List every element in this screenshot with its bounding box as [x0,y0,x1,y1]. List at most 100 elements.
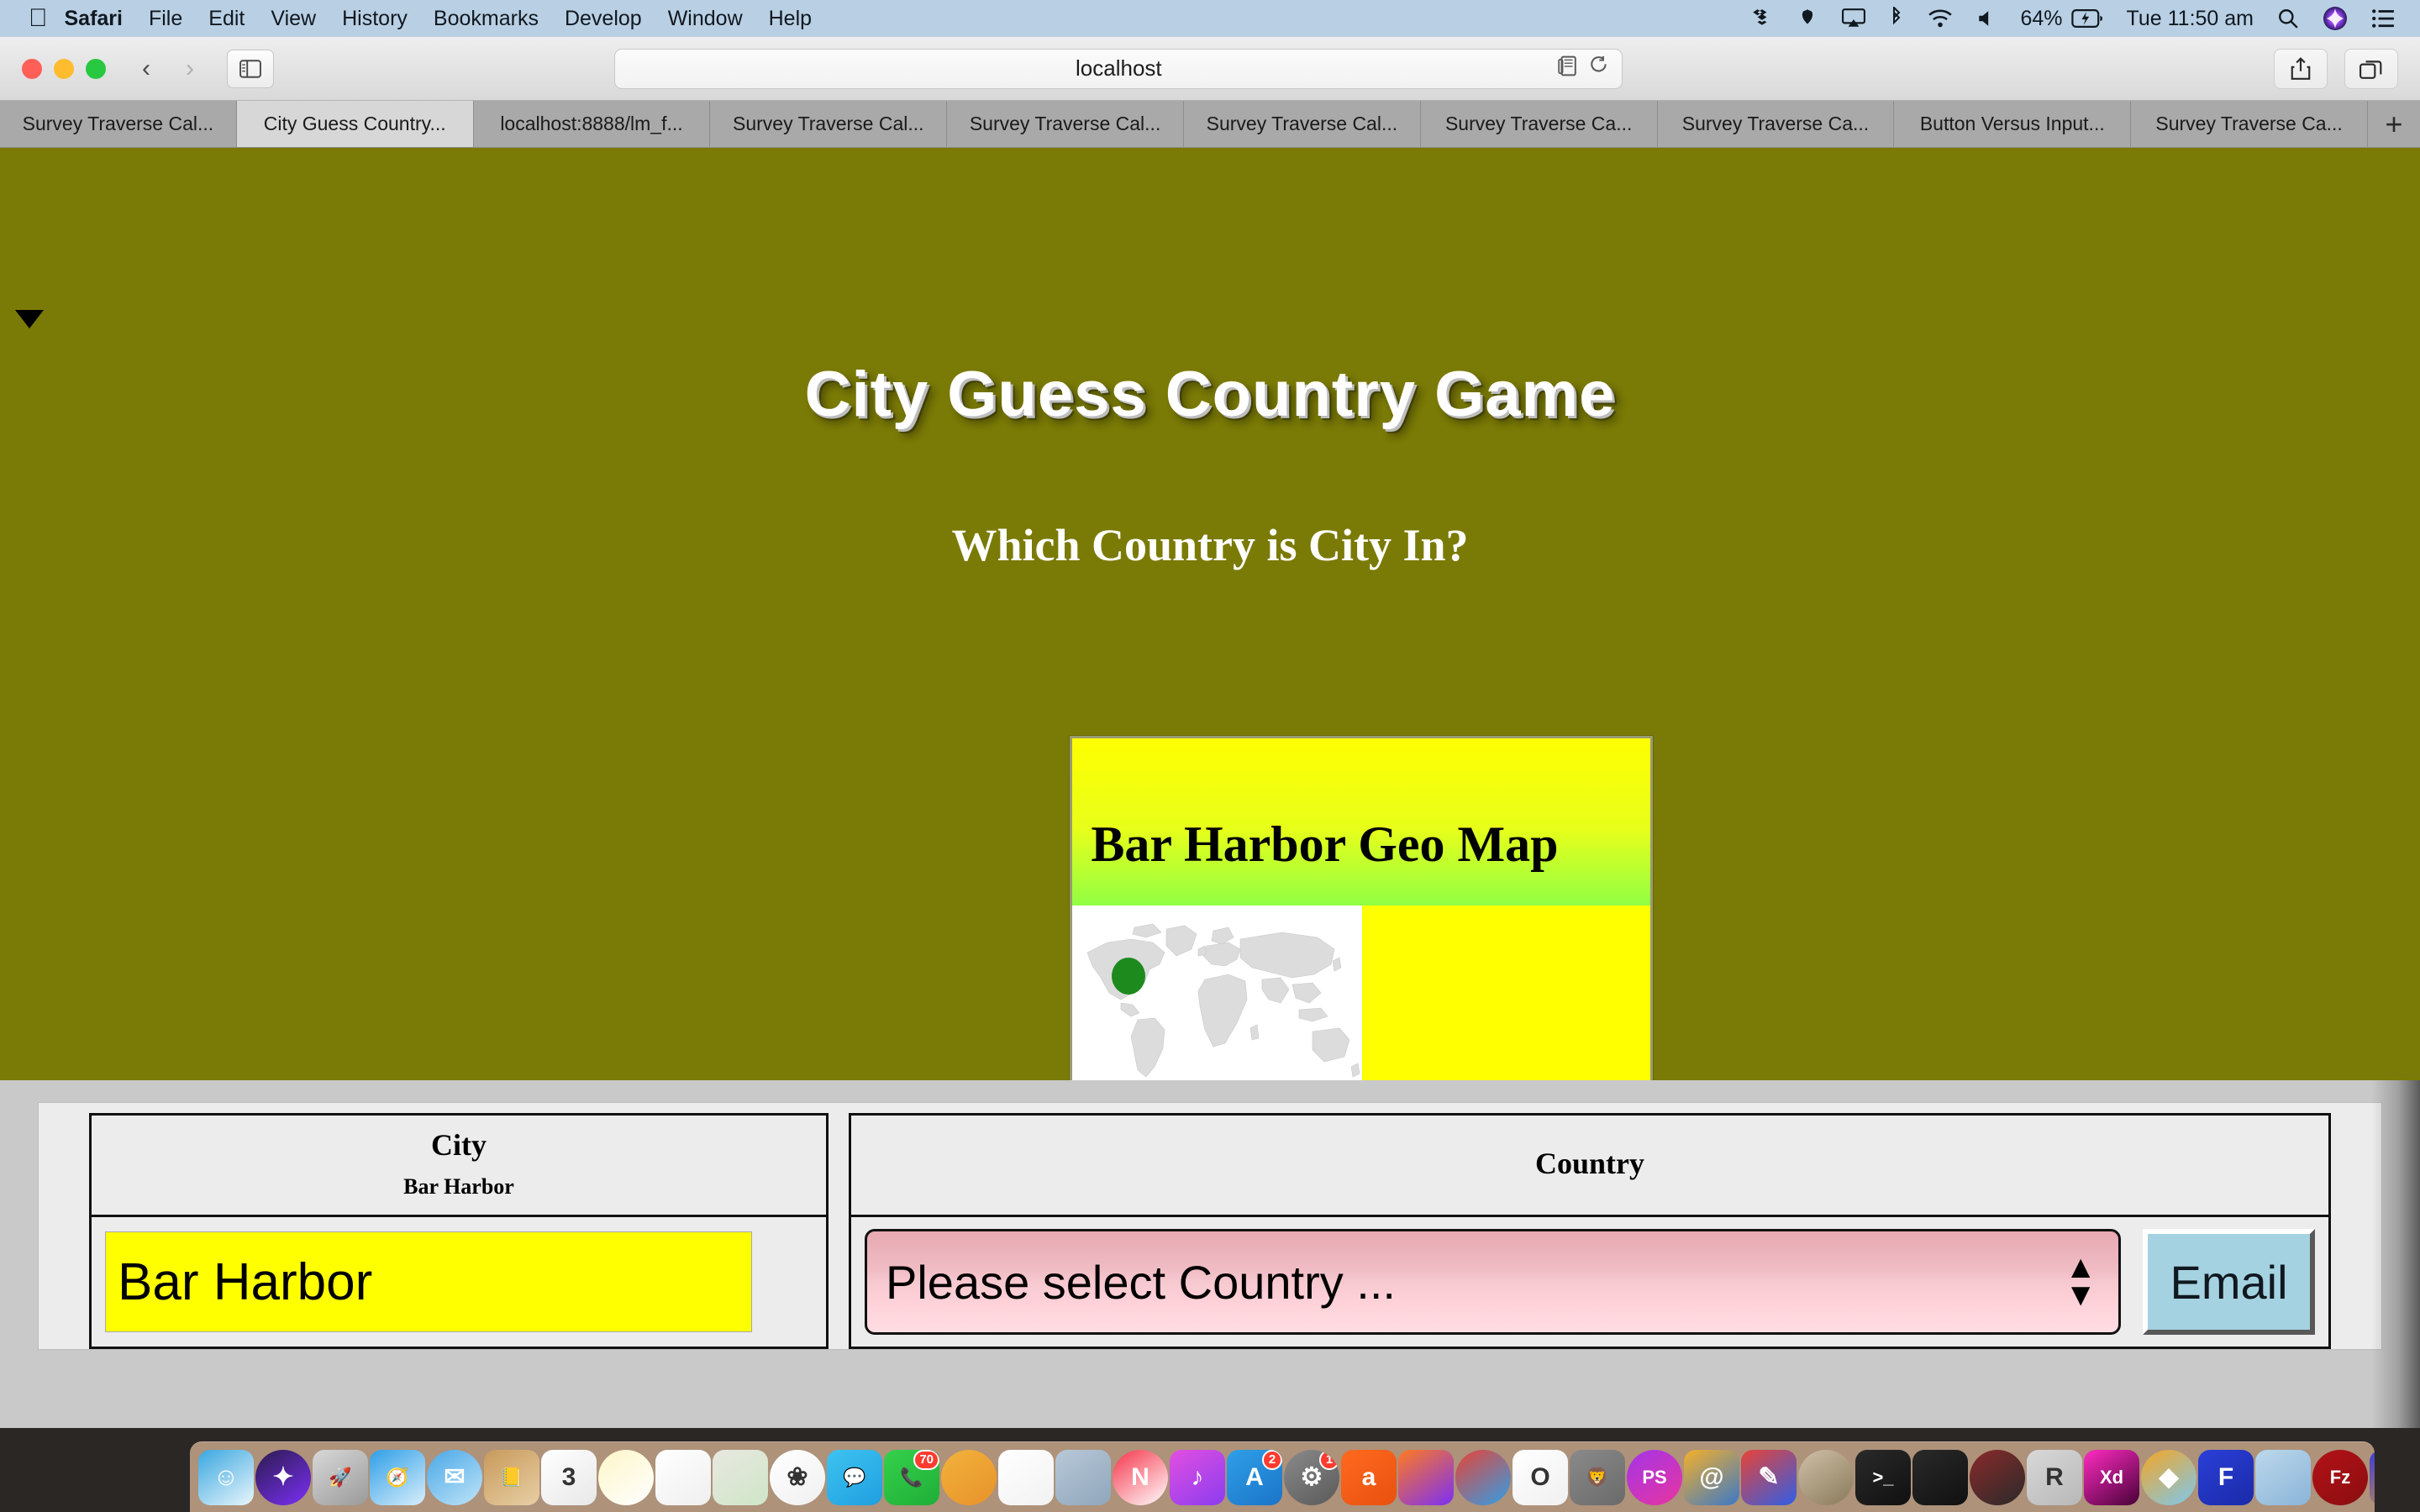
tab-label: Survey Traverse Cal... [22,113,214,134]
share-icon[interactable] [2273,48,2328,89]
back-chevron-icon[interactable]: ‹ [124,50,168,88]
menu-item-safari[interactable]: Safari [65,7,123,31]
dock-icon-finder[interactable]: ☺ [198,1449,254,1505]
reader-view-icon[interactable] [1558,55,1577,81]
dock-icon-app-store[interactable]: A2 [1227,1449,1282,1505]
dock-icon-inkscape[interactable] [1912,1449,1968,1505]
sidebar-toggle-icon[interactable] [227,49,274,88]
dock-icon-preview[interactable] [2255,1449,2311,1505]
tab-bar: Survey Traverse Cal... City Guess Countr… [0,101,2420,148]
dock-icon-maps[interactable] [713,1449,768,1505]
tab-1-active[interactable]: City Guess Country... [236,101,474,147]
reload-icon[interactable] [1590,55,1608,81]
email-button[interactable]: Email [2143,1229,2315,1335]
dock-icon-launchpad[interactable]: 🚀 [313,1449,368,1505]
tab-8[interactable]: Button Versus Input... [1894,101,2132,147]
dock-icon-itunes[interactable]: ♪ [1170,1449,1225,1505]
dock-icon-brave[interactable]: 🦁 [1570,1449,1625,1505]
tab-3[interactable]: Survey Traverse Cal... [710,101,948,147]
tab-6[interactable]: Survey Traverse Ca... [1420,101,1658,147]
dock-icon-siri[interactable]: ✦ [255,1449,311,1505]
menu-item-develop[interactable]: Develop [565,7,642,31]
select-stepper-arrows[interactable]: ▲ ▼ [2065,1252,2096,1311]
dock-icon-phpstorm[interactable]: PS [1627,1449,1682,1505]
menu-item-file[interactable]: File [149,7,182,31]
dock-icon-system-preferences-old[interactable] [1055,1449,1111,1505]
close-window-button[interactable] [22,58,42,79]
tab-label: localhost:8888/lm_f... [500,113,683,134]
dropbox-icon[interactable] [1751,8,1773,29]
dock-icon-calendar[interactable]: 3 [541,1449,597,1505]
address-bar[interactable]: localhost [614,48,1623,89]
minimize-window-button[interactable] [54,58,74,79]
forward-chevron-icon[interactable]: › [168,50,212,88]
dock-icon-contacts[interactable]: 📒 [484,1449,539,1505]
dock-icon-sketchup[interactable]: ✎ [1741,1449,1797,1505]
malwarebytes-icon[interactable] [1797,8,1818,29]
bluetooth-icon[interactable] [1889,7,1904,30]
launchpad-icon: 🚀 [329,1466,352,1488]
tab-7[interactable]: Survey Traverse Ca... [1657,101,1895,147]
siri-icon[interactable] [2323,6,2348,31]
tab-4[interactable]: Survey Traverse Cal... [947,101,1184,147]
dock-icon-reminders[interactable] [655,1449,711,1505]
tab-2[interactable]: localhost:8888/lm_f... [473,101,711,147]
menu-item-history[interactable]: History [342,7,408,31]
menu-item-window[interactable]: Window [668,7,743,31]
dock-icon-photos-alt[interactable] [1970,1449,2025,1505]
wifi-icon[interactable] [1928,8,1953,29]
bottom-form-area: City Bar Harbor Country Bar Harbor Pleas… [0,1080,2420,1438]
menu-item-view[interactable]: View [271,7,316,31]
dock-icon-firefox[interactable] [1398,1449,1454,1505]
mail-icon: ✉ [444,1463,466,1491]
battery-charging-icon[interactable] [2070,9,2103,28]
city-input[interactable]: Bar Harbor [105,1231,752,1332]
dock-icon-photos[interactable]: ❀ [770,1449,825,1505]
world-map-image[interactable] [1072,906,1363,1080]
dock-icon-adobe-xd[interactable]: Xd [2084,1449,2139,1505]
control-center-icon[interactable] [2371,8,2395,29]
chevron-down-icon[interactable]: ▼ [2065,1279,2096,1311]
dock-icon-figma[interactable]: F [2198,1449,2254,1505]
show-all-tabs-icon[interactable] [2344,48,2398,89]
volume-icon[interactable] [1976,8,1996,29]
dock-icon-audacity[interactable] [2370,1449,2375,1505]
apple-logo-icon[interactable]:  [29,6,48,31]
dock-icon-safari[interactable]: 🧭 [370,1449,425,1505]
maximize-window-button[interactable] [86,58,106,79]
menu-item-bookmarks[interactable]: Bookmarks [434,7,539,31]
dock-icon-numbers[interactable] [998,1449,1054,1505]
dock-icon-news[interactable]: N [1113,1449,1168,1505]
sketchup-icon: ✎ [1758,1463,1780,1491]
dock-icon-sketch[interactable]: ◆ [2141,1449,2196,1505]
dock-icon-anaconda[interactable]: a [1341,1449,1397,1505]
dock-icon-rstudio[interactable]: R [2027,1449,2082,1505]
menu-item-edit[interactable]: Edit [208,7,245,31]
dock-icon-system-preferences[interactable]: ⚙ 1 [1284,1449,1339,1505]
menu-item-help[interactable]: Help [769,7,812,31]
country-select[interactable]: Please select Country ... ▲ ▼ [865,1229,2121,1335]
dock-icon-mamp[interactable]: @ [1684,1449,1739,1505]
chevron-up-icon[interactable]: ▲ [2065,1252,2096,1284]
dock-icon-opera[interactable]: O [1512,1449,1568,1505]
airplay-icon[interactable] [1842,8,1866,29]
dock-icon-keynote[interactable] [941,1449,997,1505]
dock-icon-messages[interactable]: 💬 [827,1449,882,1505]
disclosure-triangle-icon[interactable] [15,310,44,328]
dock-icon-notes[interactable] [598,1449,654,1505]
dock-icon-filezilla[interactable]: Fz [2312,1449,2368,1505]
table-header-row: City Bar Harbor Country [89,1113,2331,1217]
tab-5[interactable]: Survey Traverse Cal... [1183,101,1421,147]
spotlight-search-icon[interactable] [2277,8,2299,29]
dock-icon-terminal[interactable]: >_ [1855,1449,1911,1505]
new-tab-button[interactable]: + [2367,101,2420,147]
dock-icon-gimp[interactable] [1798,1449,1854,1505]
macos-menu-bar:  Safari File Edit View History Bookmark… [0,0,2420,37]
dock-icon-facetime[interactable]: 📞 70 [884,1449,939,1505]
tab-9[interactable]: Survey Traverse Ca... [2131,101,2368,147]
clock-label[interactable]: Tue 11:50 am [2127,7,2254,31]
page-subtitle: Which Country is City In? [951,520,1469,570]
tab-0[interactable]: Survey Traverse Cal... [0,101,237,147]
dock-icon-mail[interactable]: ✉ [427,1449,482,1505]
dock-icon-chrome[interactable] [1455,1449,1511,1505]
